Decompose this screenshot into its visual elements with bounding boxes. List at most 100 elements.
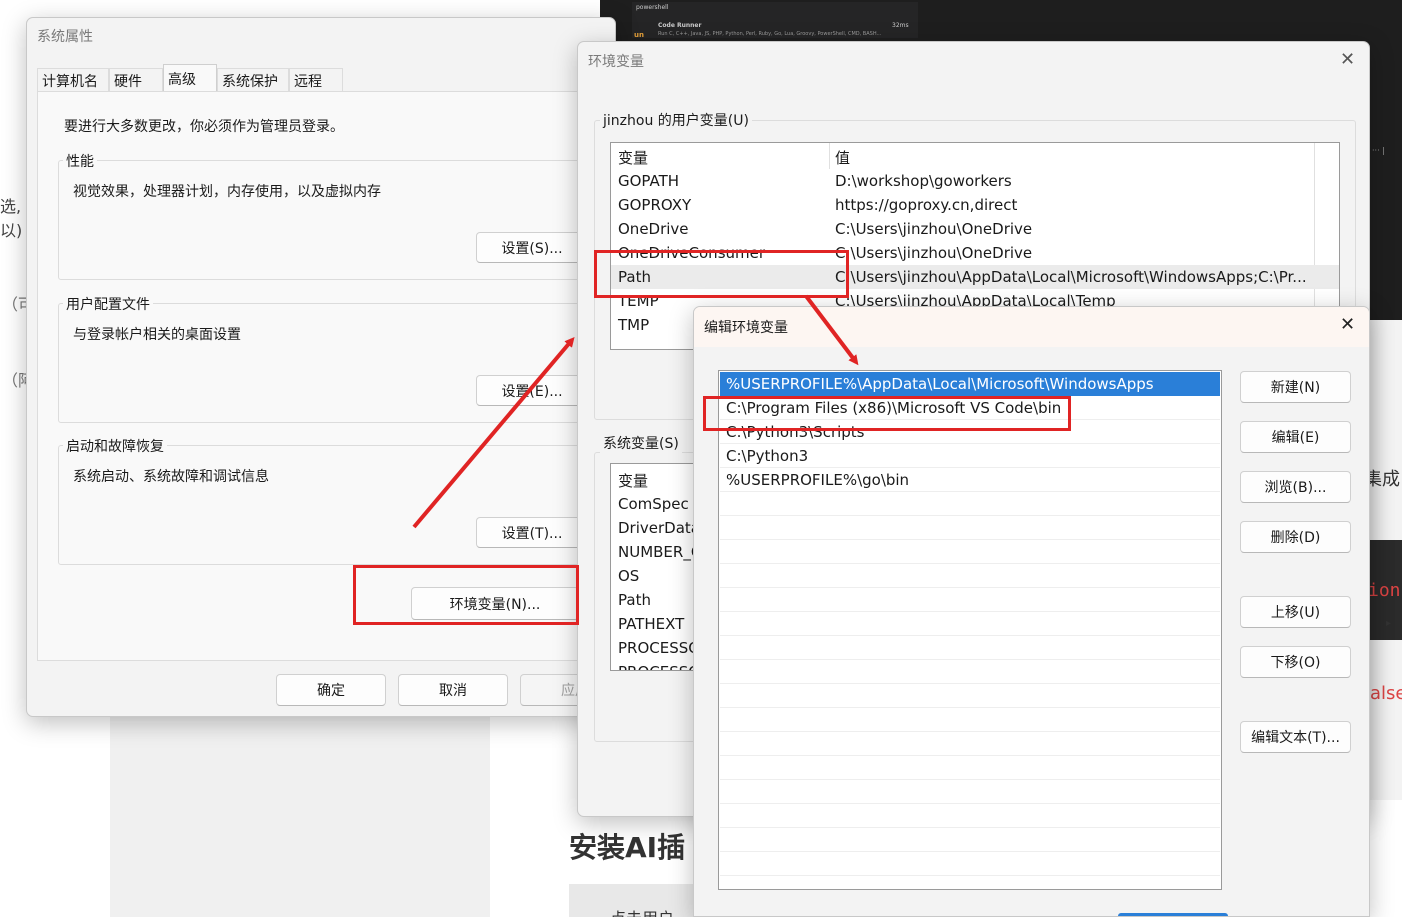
- extension-stat: 32ms: [892, 22, 909, 29]
- empty-list-item[interactable]: [720, 828, 1220, 852]
- empty-list-item[interactable]: [720, 804, 1220, 828]
- ok-button-edge[interactable]: [1118, 913, 1228, 916]
- variable-name: NUMBER_O: [618, 543, 703, 561]
- performance-settings-button[interactable]: 设置(S)...: [476, 232, 588, 263]
- empty-list-item[interactable]: [720, 516, 1220, 540]
- list-item[interactable]: C:\Python3: [720, 444, 1220, 468]
- empty-list-item[interactable]: [720, 660, 1220, 684]
- variable-value: D:\workshop\goworkers: [835, 172, 1012, 190]
- variable-name: Path: [618, 591, 651, 609]
- empty-list-item[interactable]: [720, 564, 1220, 588]
- edit-text-button[interactable]: 编辑文本(T)...: [1240, 721, 1351, 753]
- cancel-button[interactable]: 取消: [398, 674, 508, 706]
- advanced-tab-panel: 要进行大多数更改，你必须作为管理员登录。 性能 视觉效果，处理器计划，内存使用，…: [37, 91, 607, 661]
- variable-name: PATHEXT: [618, 615, 685, 633]
- table-row[interactable]: GOPATH D:\workshop\goworkers: [611, 169, 1339, 193]
- table-row[interactable]: OneDrive C:\Users\jinzhou\OneDrive: [611, 217, 1339, 241]
- empty-list-item[interactable]: [720, 708, 1220, 732]
- extension-desc: Run C, C++, Java, JS, PHP, Python, Perl,…: [658, 31, 882, 37]
- system-properties-window: 系统属性 计算机名 硬件 高级 系统保护 远程 要进行大多数更改，你必须作为管理…: [26, 17, 616, 717]
- variable-name: PROCESSO: [618, 663, 700, 670]
- variable-name: TMP: [618, 316, 650, 334]
- left-fragment: 选,: [0, 197, 22, 216]
- new-button[interactable]: 新建(N): [1240, 371, 1351, 403]
- left-fragment: 以): [0, 221, 23, 240]
- list-item[interactable]: %USERPROFILE%\AppData\Local\Microsoft\Wi…: [720, 372, 1220, 396]
- table-row[interactable]: GOPROXY https://goproxy.cn,direct: [611, 193, 1339, 217]
- startup-recovery-settings-button[interactable]: 设置(T)...: [476, 517, 588, 548]
- path-entries-list[interactable]: %USERPROFILE%\AppData\Local\Microsoft\Wi…: [718, 370, 1222, 890]
- tab-label: 远程: [294, 73, 322, 90]
- article-heading: 安装AI插: [569, 831, 686, 864]
- admin-note: 要进行大多数更改，你必须作为管理员登录。: [64, 119, 344, 135]
- bottom-text: 点击用户: [610, 905, 674, 917]
- vscode-tab-title: powershell: [636, 4, 669, 11]
- tab-label: 系统保护: [222, 73, 278, 90]
- list-header: 变量 值: [611, 143, 1339, 169]
- table-row[interactable]: Path C:\Users\jinzhou\AppData\Local\Micro…: [611, 265, 1339, 289]
- tab-system-protection[interactable]: 系统保护: [217, 68, 289, 92]
- empty-list-item[interactable]: [720, 492, 1220, 516]
- column-header-variable[interactable]: 变量: [618, 147, 648, 168]
- move-up-button[interactable]: 上移(U): [1240, 596, 1351, 628]
- window-title: 编辑环境变量: [704, 320, 788, 336]
- user-profile-desc: 与登录帐户相关的桌面设置: [73, 327, 241, 343]
- extension-icon: un: [634, 31, 644, 39]
- side-dots: ··· |: [1372, 146, 1385, 155]
- title-bar: [694, 307, 1369, 347]
- column-divider: [829, 143, 830, 169]
- right-fragment: ion: [1368, 580, 1401, 601]
- browse-button[interactable]: 浏览(B)...: [1240, 471, 1351, 503]
- system-variables-label: 系统变量(S): [600, 433, 682, 453]
- table-row[interactable]: OneDriveConsumer C:\Users\jinzhou\OneDriv…: [611, 241, 1339, 265]
- close-icon[interactable]: ✕: [1340, 51, 1355, 69]
- tab-remote[interactable]: 远程: [289, 68, 343, 92]
- startup-recovery-label: 启动和故障恢复: [63, 436, 167, 456]
- list-item[interactable]: C:\Python3\Scripts: [720, 420, 1220, 444]
- variable-name: GOPROXY: [618, 196, 692, 214]
- empty-list-item[interactable]: [720, 732, 1220, 756]
- startup-recovery-desc: 系统启动、系统故障和调试信息: [73, 469, 269, 485]
- variable-name: PROCESSO: [618, 639, 701, 657]
- close-icon[interactable]: ✕: [1340, 316, 1355, 334]
- vscode-extension-bar: powershell un Code Runner Run C, C++, Ja…: [632, 2, 918, 39]
- empty-list-item[interactable]: [720, 588, 1220, 612]
- ok-button[interactable]: 确定: [276, 674, 386, 706]
- edit-button[interactable]: 编辑(E): [1240, 421, 1351, 453]
- variable-name: DriverData: [618, 519, 700, 537]
- list-item[interactable]: C:\Program Files (x86)\Microsoft VS Code…: [720, 396, 1220, 420]
- variable-name: ComSpec: [618, 495, 689, 513]
- empty-list-item[interactable]: [720, 780, 1220, 804]
- column-header-value[interactable]: 值: [835, 147, 850, 168]
- empty-list-item[interactable]: [720, 636, 1220, 660]
- column-header-variable[interactable]: 变量: [618, 470, 648, 491]
- empty-list-item[interactable]: [720, 852, 1220, 876]
- user-profile-settings-button[interactable]: 设置(E)...: [476, 375, 588, 406]
- tab-advanced[interactable]: 高级: [163, 64, 217, 93]
- empty-list-item[interactable]: [720, 684, 1220, 708]
- variable-value: C:\Users\jinzhou\OneDrive: [835, 220, 1033, 238]
- edit-environment-variable-window: 编辑环境变量 ✕ %USERPROFILE%\AppData\Local\Mic…: [693, 306, 1370, 917]
- window-title: 系统属性: [37, 29, 93, 45]
- variable-name: OneDriveConsumer: [618, 244, 766, 262]
- variable-value: C:\Users\jinzhou\OneDrive: [835, 244, 1033, 262]
- tab-computer-name[interactable]: 计算机名: [37, 68, 109, 92]
- empty-list-item[interactable]: [720, 612, 1220, 636]
- empty-list-item[interactable]: [720, 540, 1220, 564]
- variable-name: OS: [618, 567, 640, 585]
- variable-name: OneDrive: [618, 220, 689, 238]
- variable-value: https://goproxy.cn,direct: [835, 196, 1018, 214]
- window-title: 环境变量: [588, 54, 644, 70]
- tab-hardware[interactable]: 硬件: [109, 68, 163, 92]
- move-down-button[interactable]: 下移(O): [1240, 646, 1351, 678]
- tab-label: 计算机名: [42, 73, 98, 90]
- extension-name: Code Runner: [658, 22, 702, 29]
- environment-variables-button[interactable]: 环境变量(N)...: [411, 587, 579, 620]
- variable-name: Path: [618, 268, 651, 286]
- empty-list-item[interactable]: [720, 756, 1220, 780]
- tab-label: 硬件: [114, 73, 142, 90]
- variable-name: GOPATH: [618, 172, 680, 190]
- delete-button[interactable]: 删除(D): [1240, 521, 1351, 553]
- list-item[interactable]: %USERPROFILE%\go\bin: [720, 468, 1220, 492]
- chevron-right-icon: ▸: [1386, 618, 1392, 629]
